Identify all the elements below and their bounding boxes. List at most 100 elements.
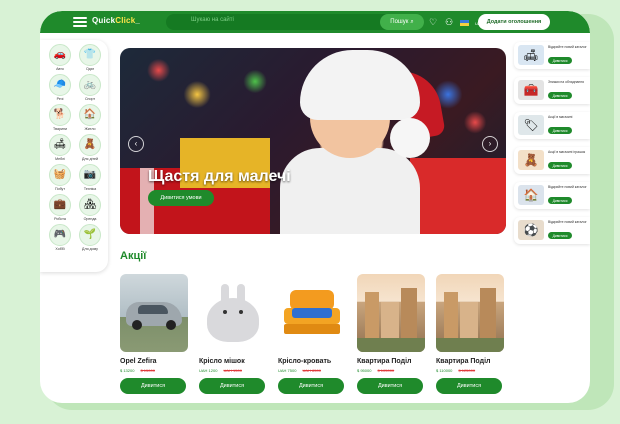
- hero-conditions-button[interactable]: Дивитися умови: [148, 190, 214, 206]
- promo-section-title: Акції: [120, 250, 147, 262]
- category-item[interactable]: 🧺 Побут: [45, 164, 75, 192]
- product-old-price: $ 125000: [458, 368, 476, 373]
- appliance-icon: 🧺: [49, 164, 71, 186]
- ad-text: Акції в магазині іграшок: [548, 150, 586, 154]
- sofa-photo[interactable]: [278, 274, 346, 352]
- ad-view-button[interactable]: Дивитися: [548, 57, 572, 64]
- work-icon: 💼: [49, 194, 71, 216]
- product-prices: $ 110000 $ 125000: [436, 368, 504, 374]
- ad-view-button[interactable]: Дивитися: [548, 92, 572, 99]
- logo-accent: Click: [115, 16, 136, 25]
- product-view-button[interactable]: Дивитися: [357, 378, 423, 394]
- ad-text: Відкрийте новий каталог: [548, 45, 587, 49]
- product-name[interactable]: Крісло мішок: [199, 358, 267, 365]
- product-price: $ 95000: [357, 368, 372, 373]
- category-label: Речі: [56, 97, 64, 101]
- product-view-button[interactable]: Дивитися: [120, 378, 186, 394]
- user-icon[interactable]: ⚇: [444, 17, 454, 27]
- search-box[interactable]: Шукаю на сайті Пошук ⌕: [166, 14, 424, 30]
- sidebar-ad[interactable]: 🛋 Відкрийте новий каталог Дивитися: [514, 42, 590, 69]
- search-button-label: Пошук: [390, 19, 409, 25]
- gift-box: [410, 158, 506, 234]
- logo[interactable]: QuickClick_: [92, 16, 140, 25]
- category-item[interactable]: 👕 Одяг: [75, 44, 105, 72]
- ad-thumbnail: 🧰: [518, 80, 544, 100]
- product-card[interactable]: Крісло-кровать UAH 7500 UAH 8500 Дивитися: [278, 274, 346, 394]
- sidebar-ad[interactable]: 🧰 Знижки на обладнання Дивитися: [514, 77, 590, 104]
- product-card[interactable]: Крісло мішок UAH 1200 UAH 1500 Дивитися: [199, 274, 267, 394]
- category-item[interactable]: 🚲 Спорт: [75, 74, 105, 102]
- product-prices: $ 13200 $ 15000: [120, 368, 188, 374]
- sidebar-ad[interactable]: ⚽ Відкрийте новий каталог Дивитися: [514, 217, 590, 244]
- search-input[interactable]: Шукаю на сайті: [191, 17, 234, 23]
- category-label: Робота: [54, 217, 66, 221]
- category-item[interactable]: 🎮 Хоббі: [45, 224, 75, 252]
- ad-text: Знижки на обладнання: [548, 80, 584, 84]
- ukraine-flag-icon[interactable]: [460, 20, 469, 26]
- category-item[interactable]: 📷 Техніка: [75, 164, 105, 192]
- product-price: UAH 1200: [199, 368, 218, 373]
- tshirt-icon: 👕: [79, 44, 101, 66]
- product-view-button[interactable]: Дивитися: [199, 378, 265, 394]
- ad-text: Відкрийте новий каталог: [548, 185, 587, 189]
- ad-view-button[interactable]: Дивитися: [548, 162, 572, 169]
- category-item[interactable]: 🛋 Меблі: [45, 134, 75, 162]
- category-grid: 🚗 Авто 👕 Одяг 🧢 Речі 🚲 Спорт 🐕 Тварини 🏠 Житло 🛋 Мебл…: [45, 44, 105, 252]
- search-button[interactable]: Пошук ⌕: [380, 14, 424, 30]
- product-name[interactable]: Квартира Поділ: [357, 358, 425, 365]
- ad-view-button[interactable]: Дивитися: [548, 197, 572, 204]
- logo-main: Quick: [92, 16, 116, 25]
- housing-icon: 🏠: [79, 104, 101, 126]
- car-photo[interactable]: [120, 274, 188, 352]
- sidebar-ad[interactable]: 🧸 Акції в магазині іграшок Дивитися: [514, 147, 590, 174]
- product-view-button[interactable]: Дивитися: [278, 378, 344, 394]
- product-card[interactable]: Opel Zefira $ 13200 $ 15000 Дивитися: [120, 274, 188, 394]
- city-photo[interactable]: [436, 274, 504, 352]
- product-name[interactable]: Opel Zefira: [120, 358, 188, 365]
- product-prices: UAH 7500 UAH 8500: [278, 368, 346, 374]
- ad-thumbnail: 🧸: [518, 150, 544, 170]
- product-old-price: UAH 8500: [302, 368, 321, 373]
- ad-view-button[interactable]: Дивитися: [548, 127, 572, 134]
- city-photo[interactable]: [357, 274, 425, 352]
- category-item[interactable]: 💼 Робота: [45, 194, 75, 222]
- car-icon: 🚗: [49, 44, 71, 66]
- product-name[interactable]: Квартира Поділ: [436, 358, 504, 365]
- baby-body: [280, 148, 420, 234]
- category-item[interactable]: 🏠 Житло: [75, 104, 105, 132]
- ad-thumbnail: 🏠: [518, 185, 544, 205]
- product-price: $ 13200: [120, 368, 135, 373]
- category-item[interactable]: 🏘 Оренда: [75, 194, 105, 222]
- sidebar-ad[interactable]: 🏠 Відкрийте новий каталог Дивитися: [514, 182, 590, 209]
- category-item[interactable]: 🚗 Авто: [45, 44, 75, 72]
- category-label: Для дітей: [82, 157, 98, 161]
- category-label: Спорт: [84, 97, 96, 101]
- hero-title: Щастя для малечі: [148, 168, 291, 185]
- rent-icon: 🏘: [79, 194, 101, 216]
- cap-icon: 🧢: [49, 74, 71, 96]
- category-label: Техніка: [83, 187, 97, 191]
- category-panel: 🚗 Авто 👕 Одяг 🧢 Речі 🚲 Спорт 🐕 Тварини 🏠 Житло 🛋 Мебл…: [40, 40, 108, 272]
- ad-view-button[interactable]: Дивитися: [548, 232, 572, 239]
- category-label: Для дому: [82, 247, 98, 251]
- product-card[interactable]: Квартира Поділ $ 95000 $ 105000 Дивитися: [357, 274, 425, 394]
- carousel-next-icon[interactable]: ›: [482, 136, 498, 152]
- sidebar-ad[interactable]: 🏷 Акції в магазині Дивитися: [514, 112, 590, 139]
- category-item[interactable]: 🐕 Тварини: [45, 104, 75, 132]
- category-label: Меблі: [55, 157, 65, 161]
- category-item[interactable]: 🧢 Речі: [45, 74, 75, 102]
- category-item[interactable]: 🧸 Для дітей: [75, 134, 105, 162]
- carousel-prev-icon[interactable]: ‹: [128, 136, 144, 152]
- santa-hat: [300, 50, 420, 120]
- beanbag-photo[interactable]: [199, 274, 267, 352]
- product-card[interactable]: Квартира Поділ $ 110000 $ 125000 Дивитися: [436, 274, 504, 394]
- product-view-button[interactable]: Дивитися: [436, 378, 502, 394]
- menu-icon[interactable]: [73, 17, 87, 27]
- product-name[interactable]: Крісло-кровать: [278, 358, 346, 365]
- category-item[interactable]: 🌱 Для дому: [75, 224, 105, 252]
- category-label: Побут: [54, 187, 65, 191]
- kids-icon: 🧸: [79, 134, 101, 156]
- category-label: Житло: [84, 127, 96, 131]
- add-listing-button[interactable]: Додати оголошення: [478, 14, 550, 30]
- favorites-heart-icon[interactable]: ♡: [428, 17, 438, 27]
